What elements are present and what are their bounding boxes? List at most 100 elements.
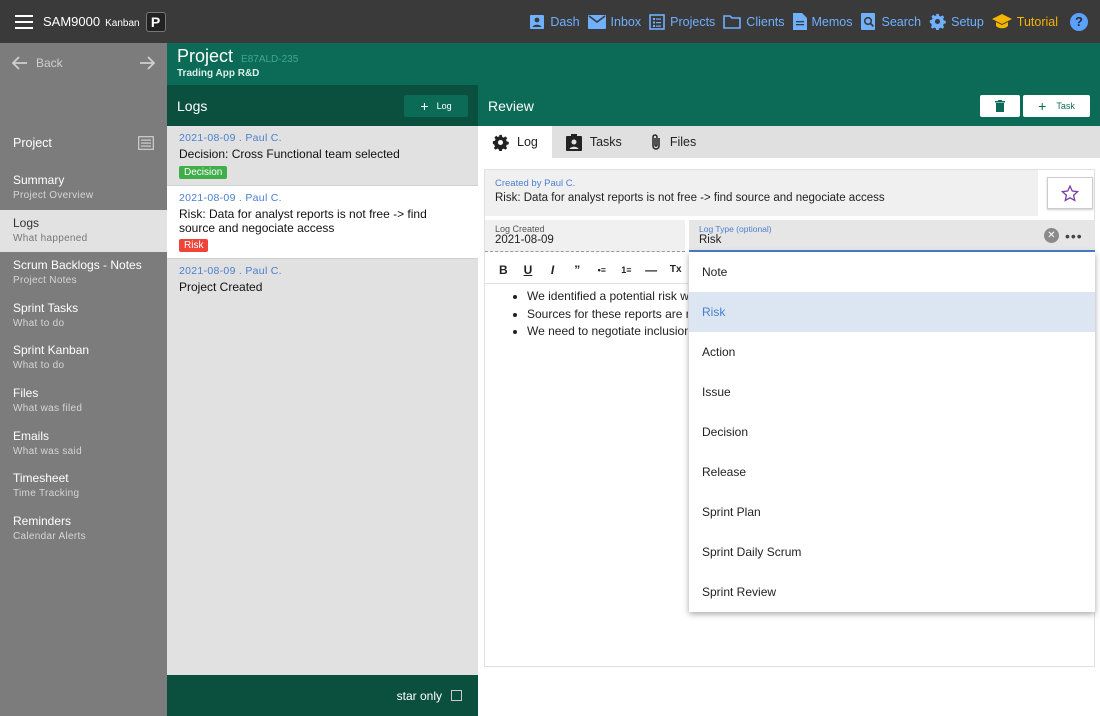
dropdown-option-note[interactable]: Note [689, 252, 1095, 292]
nav-dash[interactable]: Dash [529, 14, 580, 30]
log-type-select[interactable]: Log Type (optional) Risk ✕ ••• [689, 220, 1095, 252]
sidebar-item-reminders[interactable]: Reminders Calendar Alerts [0, 508, 167, 551]
log-created-field[interactable]: Log Created 2021-08-09 [485, 220, 685, 252]
sidebar-item-subtitle: Calendar Alerts [13, 530, 86, 542]
nav-memos-label: Memos [811, 14, 853, 29]
sidebar-item-title: Scrum Backlogs - Notes [13, 258, 142, 273]
add-task-button[interactable]: + Task [1023, 94, 1090, 117]
created-value: Risk: Data for analyst reports is not fr… [495, 192, 885, 204]
sidebar-item-sprint-tasks[interactable]: Sprint Tasks What to do [0, 295, 167, 338]
quote-icon[interactable]: ” [565, 263, 590, 277]
nav-memos[interactable]: Memos [792, 13, 853, 30]
log-type-dropdown: Note Risk Action Issue Decision Release … [689, 252, 1095, 612]
tab-tasks-label: Tasks [589, 135, 622, 149]
clear-format-icon[interactable]: Tx [663, 264, 688, 275]
rich-text-editor[interactable]: We identified a potential risk wit Sourc… [485, 288, 688, 341]
clear-icon[interactable]: ✕ [1044, 228, 1059, 243]
star-button[interactable] [1047, 177, 1093, 209]
dropdown-option-action[interactable]: Action [689, 332, 1095, 372]
gear-icon [929, 13, 946, 30]
tab-log[interactable]: Log [478, 126, 552, 158]
list-icon[interactable] [138, 136, 154, 150]
dropdown-option-sprint-review[interactable]: Sprint Review [689, 572, 1095, 612]
dropdown-option-release[interactable]: Release [689, 452, 1095, 492]
dropdown-option-decision[interactable]: Decision [689, 412, 1095, 452]
memo-icon [792, 13, 807, 30]
editor-line: Sources for these reports are no [527, 306, 688, 324]
sidebar-item-title: Emails [13, 428, 50, 443]
dropdown-option-sprint-plan[interactable]: Sprint Plan [689, 492, 1095, 532]
created-field[interactable]: Created by Paul C. Risk: Data for analys… [485, 170, 1038, 216]
sidebar-item-timesheet[interactable]: Timesheet Time Tracking [0, 465, 167, 508]
sidebar-item-sprint-kanban[interactable]: Sprint Kanban What to do [0, 337, 167, 380]
arrow-right-icon[interactable] [139, 56, 155, 70]
logs-footer: star only [167, 675, 478, 716]
sidebar-item-title: Sprint Kanban [13, 343, 90, 358]
nav-setup[interactable]: Setup [929, 13, 984, 30]
underline-icon[interactable]: U [516, 263, 541, 277]
gear-icon [492, 134, 509, 151]
add-log-button[interactable]: + Log [404, 94, 468, 117]
nav-clients[interactable]: Clients [723, 14, 785, 29]
log-list-item-selected[interactable]: 2021-08-09 . Paul C. Risk: Data for anal… [167, 185, 478, 260]
sidebar-item-files[interactable]: Files What was filed [0, 380, 167, 423]
mail-icon [587, 14, 606, 29]
log-text: Decision: Cross Functional team selected [179, 147, 400, 161]
nav-inbox-label: Inbox [610, 14, 642, 29]
dropdown-option-issue[interactable]: Issue [689, 372, 1095, 412]
log-tag: Risk [179, 239, 209, 253]
star-only-label: star only [396, 688, 442, 703]
sidebar-section-title: Project [0, 131, 167, 155]
log-list-item[interactable]: 2021-08-09 . Paul C. Project Created [167, 259, 478, 301]
tab-tasks[interactable]: Tasks [552, 126, 636, 158]
bold-icon[interactable]: B [491, 263, 516, 277]
dropdown-option-sprint-daily-scrum[interactable]: Sprint Daily Scrum [689, 532, 1095, 572]
delete-button[interactable] [980, 94, 1020, 117]
sidebar-section-label: Project [13, 136, 52, 150]
project-header: Project E87ALD-235 Trading App R&D [167, 43, 1100, 85]
nav-inbox[interactable]: Inbox [587, 14, 642, 29]
sidebar-item-title: Summary [13, 173, 65, 187]
tab-files[interactable]: Files [636, 126, 710, 158]
project-code: E87ALD-235 [241, 54, 299, 65]
more-icon[interactable]: ••• [1065, 228, 1083, 244]
back-row: Back [0, 43, 167, 83]
menu-icon[interactable] [15, 14, 33, 29]
arrow-left-icon[interactable] [12, 56, 28, 70]
clipboard-user-icon [565, 133, 582, 151]
dropdown-option-risk[interactable]: Risk [689, 292, 1095, 332]
sidebar-item-logs[interactable]: Logs What happened [0, 209, 167, 253]
sidebar-item-title: Timesheet [13, 471, 69, 486]
sidebar-item-subtitle: What happened [13, 232, 88, 244]
logs-title: Logs [177, 97, 208, 114]
sidebar-item-subtitle: Project Overview [13, 190, 94, 201]
help-icon[interactable]: ? [1070, 12, 1088, 31]
add-log-label: Log [436, 100, 452, 111]
bullet-list-icon[interactable]: •≡ [590, 265, 615, 275]
log-tag: Decision [179, 165, 228, 179]
sidebar-item-emails[interactable]: Emails What was said [0, 423, 167, 466]
app-subtitle: Kanban [105, 18, 140, 29]
italic-icon[interactable]: I [540, 263, 565, 277]
log-type-value: Risk [699, 234, 722, 246]
star-only-checkbox[interactable] [451, 690, 462, 701]
sidebar-item-title: Files [13, 385, 39, 400]
horizontal-rule-icon[interactable]: — [639, 263, 664, 277]
log-text: Risk: Data for analyst reports is not fr… [179, 206, 427, 235]
log-text: Project Created [179, 280, 263, 295]
top-bar: SAM9000 Kanban P Dash Inbox Projects Clie… [0, 0, 1100, 43]
nav-projects[interactable]: Projects [649, 13, 715, 30]
sidebar-item-scrum-backlogs[interactable]: Scrum Backlogs - Notes Project Notes [0, 252, 167, 295]
app-brand[interactable]: SAM9000 Kanban [43, 14, 140, 29]
review-title: Review [488, 97, 534, 114]
plan-badge[interactable]: P [145, 11, 166, 32]
nav-search[interactable]: Search [860, 13, 921, 30]
numbered-list-icon[interactable]: 1≡ [614, 265, 639, 275]
log-list-item[interactable]: 2021-08-09 . Paul C. Decision: Cross Fun… [167, 126, 478, 186]
back-button[interactable]: Back [36, 56, 63, 70]
projects-icon [649, 13, 665, 30]
search-icon [860, 13, 875, 30]
nav-tutorial[interactable]: Tutorial [991, 14, 1058, 29]
review-tabs: Log Tasks Files [478, 126, 1100, 158]
sidebar-item-summary[interactable]: Summary Project Overview [0, 167, 167, 210]
